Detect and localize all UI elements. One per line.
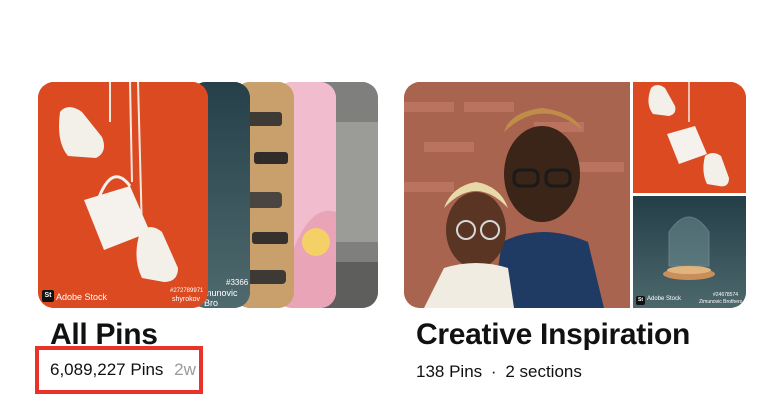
board-cover-grid[interactable]: Adobe Stock #24678574 Zimunovic Brothers… (404, 82, 746, 308)
stock-id-text: #24678574 (713, 292, 739, 298)
stock-author-text: munovic Bro (204, 288, 238, 308)
separator-dot: · (490, 362, 497, 381)
board-all-pins[interactable]: #3366 munovic Bro Adobe Stock #272789971… (0, 0, 400, 408)
pin-thumbnail (633, 82, 746, 193)
pin-thumbnail: Adobe Stock #24678574 Zimunovic Brothers… (633, 196, 746, 308)
adobe-stock-watermark: Adobe Stock (56, 292, 108, 302)
main-pin-thumbnail (404, 82, 630, 308)
stock-id-text: #3366 (226, 278, 249, 287)
board-creative-inspiration[interactable]: Adobe Stock #24678574 Zimunovic Brothers… (400, 0, 768, 408)
stock-author-text: shyrokov (172, 296, 201, 303)
sections-count-text: 2 sections (505, 362, 582, 381)
stock-id-text: #272789971 (170, 288, 204, 294)
stock-author-text: Zimunovic Brothers (699, 299, 743, 305)
adobe-stock-logo-icon: St (636, 296, 645, 305)
highlight-box (35, 346, 203, 394)
main-pin-thumbnail: Adobe Stock #272789971 shyrokov St (38, 82, 208, 308)
adobe-stock-logo-icon: St (42, 290, 54, 302)
board-title[interactable]: Creative Inspiration (416, 318, 690, 352)
board-cover-stack[interactable]: #3366 munovic Bro Adobe Stock #272789971… (38, 82, 378, 308)
board-meta: 138 Pins · 2 sections (416, 362, 582, 382)
adobe-stock-watermark: Adobe Stock (647, 296, 682, 302)
pin-count-text: 138 Pins (416, 362, 483, 381)
